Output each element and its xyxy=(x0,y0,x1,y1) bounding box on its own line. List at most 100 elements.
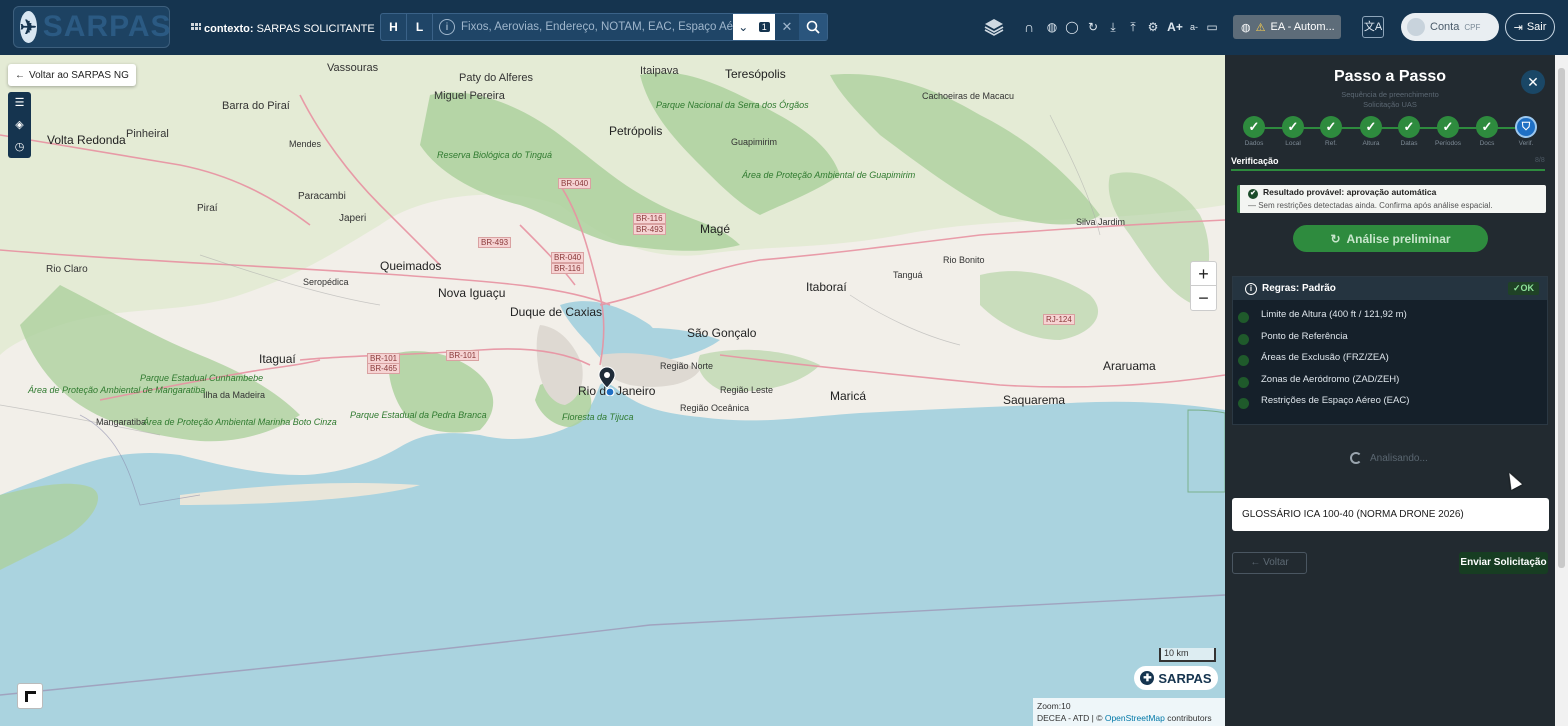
globe-icon: ◍ xyxy=(1241,21,1251,34)
font-decrease-icon[interactable]: a- xyxy=(1185,18,1203,36)
arrow-left-icon: ← xyxy=(15,69,25,81)
send-request-button[interactable]: Enviar Solicitação xyxy=(1459,552,1548,574)
check-icon: ✓ xyxy=(1243,116,1265,138)
place-label: Guapimirim xyxy=(731,137,778,147)
osm-link[interactable]: OpenStreetMap xyxy=(1105,713,1165,723)
panel-subtitle-line: Sequência de preenchimento xyxy=(1341,90,1439,99)
search-mode-l-button[interactable]: L xyxy=(407,14,433,40)
context-label: contexto: xyxy=(204,23,254,35)
rules-header[interactable]: i Regras: Padrão ✓OK xyxy=(1233,277,1547,300)
park-label: Parque Estadual da Pedra Branca xyxy=(350,410,487,420)
close-panel-button[interactable]: ✕ xyxy=(1521,70,1545,94)
check-icon: ✓ xyxy=(1476,116,1498,138)
info-icon: i xyxy=(1245,282,1257,295)
sliders-icon[interactable]: ☰ xyxy=(8,92,31,114)
rule-item: Ponto de Referência xyxy=(1233,326,1547,348)
progress-bar xyxy=(1231,169,1545,171)
step-by-step-panel: Passo a Passo Sequência de preenchimento… xyxy=(1225,55,1555,726)
search-filter-dropdown[interactable]: ⌄ 1 xyxy=(733,14,775,40)
logo-text: SARPAS xyxy=(42,10,172,43)
zoom-in-button[interactable]: + xyxy=(1191,262,1216,286)
clear-search-icon[interactable]: ✕ xyxy=(775,19,799,35)
search-input[interactable]: Fixos, Aerovias, Endereço, NOTAM, EAC, E… xyxy=(461,21,733,33)
place-label: Seropédica xyxy=(303,277,349,287)
back-button[interactable]: ← Voltar xyxy=(1232,552,1307,574)
result-alert: Resultado provável: aprovação automática… xyxy=(1237,185,1546,213)
road-shield: RJ-124 xyxy=(1043,314,1075,325)
camera-icon[interactable]: ▭ xyxy=(1203,18,1221,36)
panel-scrollbar[interactable] xyxy=(1555,55,1568,726)
park-label: Parque Estadual Cunhambebe xyxy=(140,373,263,384)
place-label: Miguel Pereira xyxy=(434,90,505,102)
environment-selector[interactable]: ◍ ⚠ EA - Autom... xyxy=(1233,15,1341,39)
step-altura[interactable]: ✓ Altura xyxy=(1351,116,1391,147)
account-button[interactable]: Conta CPF xyxy=(1401,13,1499,41)
place-label: Silva Jardim xyxy=(1076,217,1126,227)
download-icon[interactable]: ⤓ xyxy=(1104,18,1122,36)
grid-icon xyxy=(191,23,201,33)
translate-icon[interactable]: 文A xyxy=(1362,16,1384,38)
step-label: Docs xyxy=(1479,140,1495,147)
step-dados[interactable]: ✓ Dados xyxy=(1234,116,1274,147)
fullscreen-button[interactable] xyxy=(17,683,43,709)
check-icon: ✓ xyxy=(1282,116,1304,138)
step-docs[interactable]: ✓ Docs xyxy=(1467,116,1507,147)
place-label: Itaipava xyxy=(640,65,679,77)
step-local[interactable]: ✓ Local xyxy=(1273,116,1313,147)
step-datas[interactable]: ✓ Datas xyxy=(1389,116,1429,147)
step-label: Altura xyxy=(1362,140,1380,147)
font-increase-icon[interactable]: A+ xyxy=(1166,18,1184,36)
sarpas-logo[interactable]: ✈ SARPAS xyxy=(13,6,172,48)
place-label: Itaboraí xyxy=(806,280,847,294)
clock-icon[interactable]: ◷ xyxy=(8,136,31,158)
place-label: Paty do Alferes xyxy=(459,72,533,84)
step-verif[interactable]: ⛉ Verif. xyxy=(1506,116,1546,147)
status-dot-icon xyxy=(1238,398,1249,410)
preliminary-analysis-label: Análise preliminar xyxy=(1346,231,1451,246)
magnet-icon[interactable]: ∩ xyxy=(1020,18,1038,36)
gear-icon[interactable]: ⚙ xyxy=(1144,18,1162,36)
chat-icon[interactable]: ◯ xyxy=(1063,18,1081,36)
map-attribution: Zoom:10 DECEA - ATD | © OpenStreetMap co… xyxy=(1033,698,1225,726)
map-canvas[interactable]: Vassouras Paty do Alferes Itaipava Teres… xyxy=(0,55,1225,726)
upload-icon[interactable]: ⤒ xyxy=(1124,18,1142,36)
check-icon: ✓ xyxy=(1360,116,1382,138)
place-label: Saquarema xyxy=(1003,393,1066,407)
back-to-sarpas-button[interactable]: ← Voltar ao SARPAS NG xyxy=(8,64,136,86)
back-to-sarpas-label: Voltar ao SARPAS NG xyxy=(29,69,129,81)
place-label: Rio de Janeiro xyxy=(578,384,656,398)
map-pin-icon[interactable] xyxy=(598,366,616,396)
status-badge: ✓OK xyxy=(1507,282,1539,295)
logout-label: Sair xyxy=(1526,21,1547,33)
search-button[interactable] xyxy=(799,14,827,40)
zoom-control: + − xyxy=(1190,261,1217,311)
place-label: Nova Iguaçu xyxy=(438,286,506,300)
preliminary-analysis-button[interactable]: ↻ Análise preliminar xyxy=(1293,225,1488,252)
place-label: Maricá xyxy=(830,389,867,403)
logout-button[interactable]: ⇥ Sair xyxy=(1505,13,1555,41)
rules-card: i Regras: Padrão ✓OK Limite de Altura (4… xyxy=(1232,276,1548,425)
rule-label: Restrições de Espaço Aéreo (EAC) xyxy=(1261,395,1410,407)
refresh-icon[interactable]: ↻ xyxy=(1084,18,1102,36)
rules-title: Regras: Padrão xyxy=(1262,283,1336,294)
glossary-button[interactable]: GLOSSÁRIO ICA 100-40 (NORMA DRONE 2026) xyxy=(1232,498,1549,531)
shield-icon: ⛉ xyxy=(1515,116,1537,138)
loading-label: Analisando... xyxy=(1370,452,1428,464)
logout-icon: ⇥ xyxy=(1513,21,1523,34)
place-label: Vassouras xyxy=(327,62,379,74)
spinner-icon xyxy=(1350,452,1362,464)
step-periodos[interactable]: ✓ Períodos xyxy=(1428,116,1468,147)
info-icon[interactable]: i xyxy=(439,19,455,35)
zoom-level: Zoom:10 xyxy=(1037,701,1071,711)
search-mode-h-button[interactable]: H xyxy=(381,14,407,40)
step-ref[interactable]: ✓ Ref. xyxy=(1311,116,1351,147)
layers-icon[interactable] xyxy=(983,16,1005,38)
layers-icon[interactable]: ◈ xyxy=(8,114,31,136)
sarpas-map-brand-label: SARPAS xyxy=(1158,670,1212,686)
section-label: Verificação xyxy=(1231,156,1279,166)
chevron-down-icon: ⌄ xyxy=(738,20,749,34)
place-label: Volta Redonda xyxy=(47,133,126,147)
globe-icon[interactable]: ◍ xyxy=(1043,18,1061,36)
zoom-out-button[interactable]: − xyxy=(1191,286,1216,310)
scrollbar-thumb[interactable] xyxy=(1558,68,1565,568)
